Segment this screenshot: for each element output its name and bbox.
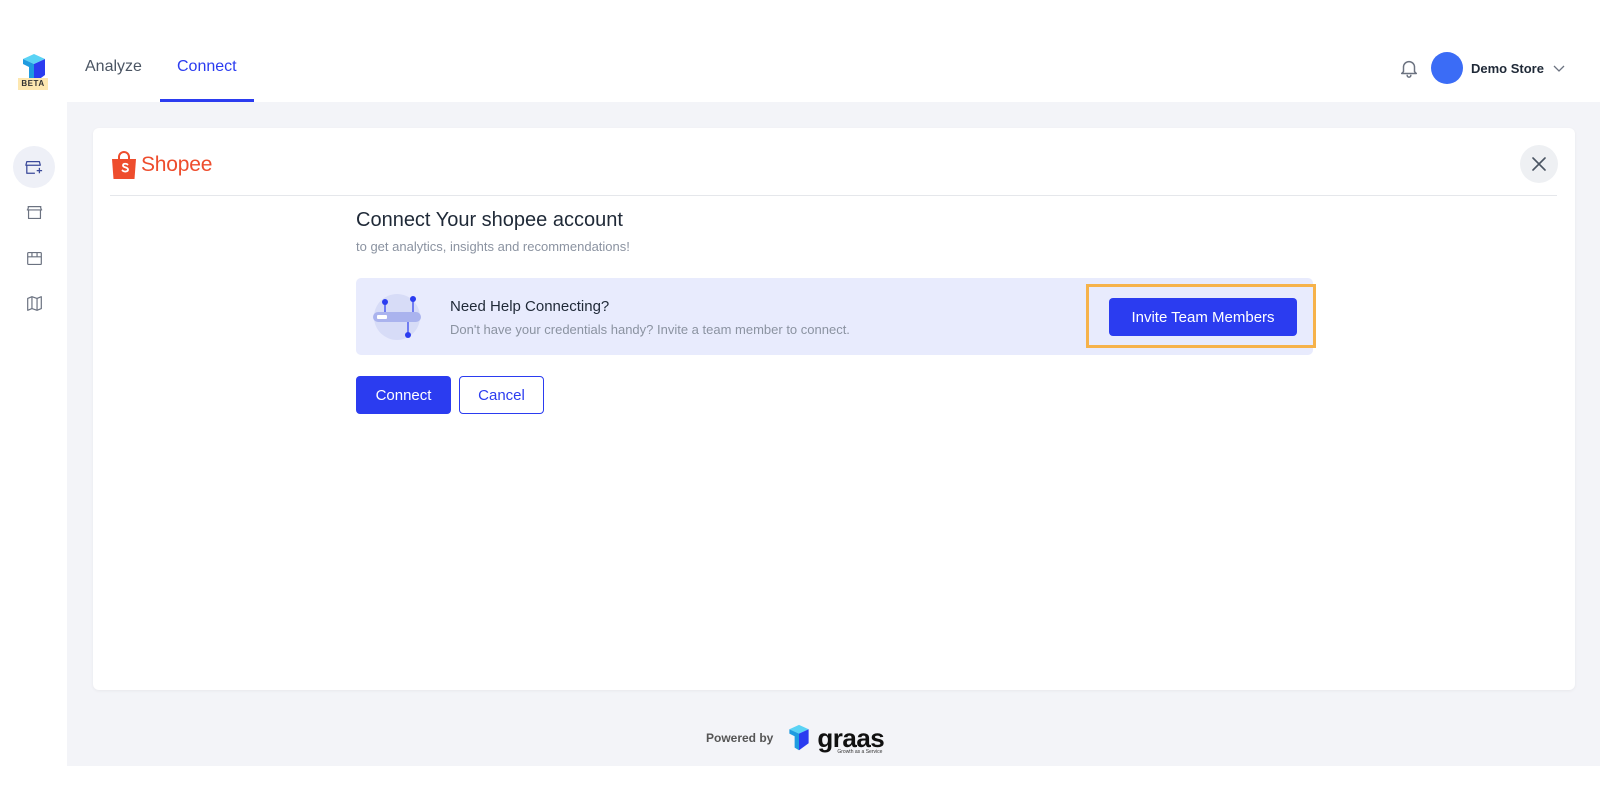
tab-connect[interactable]: Connect (160, 0, 254, 102)
help-description: Don't have your credentials handy? Invit… (450, 322, 850, 337)
sidebar (0, 102, 67, 766)
powered-by-label: Powered by (706, 731, 774, 745)
shopee-logo: Shopee (111, 148, 212, 182)
sidebar-item-shop-front[interactable] (13, 237, 55, 279)
store-icon (26, 205, 42, 219)
graas-wordmark: graas (817, 723, 885, 753)
chevron-down-icon[interactable] (1553, 62, 1565, 74)
help-banner: Need Help Connecting? Don't have your cr… (356, 278, 1316, 355)
card-divider (110, 195, 1557, 196)
map-icon (26, 295, 42, 311)
graas-tagline: Growth as a Service (837, 749, 883, 755)
connection-illustration-icon (373, 294, 421, 340)
page-title: Connect Your shopee account (356, 209, 623, 231)
sidebar-item-map[interactable] (13, 282, 55, 324)
graas-logo-icon (789, 724, 809, 751)
top-bar: BETA Analyze Connect Demo Store (0, 0, 1600, 102)
invite-team-members-button[interactable]: Invite Team Members (1109, 298, 1297, 336)
footer: Powered by graas Growth as a Service (706, 722, 885, 755)
store-name[interactable]: Demo Store (1471, 61, 1544, 76)
graas-logo: graas Growth as a Service (785, 723, 885, 755)
beta-badge: BETA (18, 78, 48, 90)
sidebar-item-add-store[interactable] (13, 146, 55, 188)
store-add-icon (25, 160, 43, 174)
tab-analyze[interactable]: Analyze (68, 0, 159, 102)
shopping-bag-icon (112, 151, 136, 179)
help-title: Need Help Connecting? (450, 298, 610, 315)
close-button[interactable] (1520, 145, 1558, 183)
cancel-button[interactable]: Cancel (459, 376, 544, 414)
connect-card: Shopee Connect Your shopee account to ge… (93, 128, 1575, 690)
sidebar-item-store[interactable] (13, 191, 55, 233)
shopee-brand-text: Shopee (141, 153, 213, 176)
page-subtitle: to get analytics, insights and recommend… (356, 239, 630, 254)
close-icon (1532, 157, 1546, 171)
avatar[interactable] (1431, 52, 1463, 84)
shop-front-icon (26, 251, 42, 265)
connect-button[interactable]: Connect (356, 376, 451, 414)
bell-icon[interactable] (1398, 56, 1420, 80)
